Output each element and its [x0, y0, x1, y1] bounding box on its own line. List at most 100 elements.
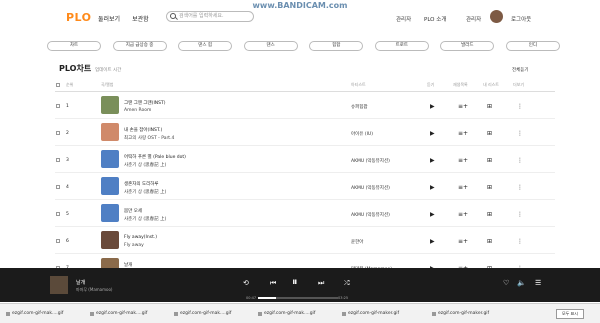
nav-library[interactable]: 보관함: [132, 14, 149, 23]
row-checkbox[interactable]: [56, 158, 60, 162]
add-playlist-icon[interactable]: ≡+: [458, 238, 468, 245]
song-title[interactable]: 내 손을 잡아(INST.): [124, 127, 162, 133]
add-folder-icon[interactable]: ⊞: [487, 211, 492, 218]
album-name[interactable]: Amen Room: [124, 108, 151, 113]
play-all-button[interactable]: 전체듣기: [512, 67, 529, 73]
genre-tab[interactable]: 차트: [47, 41, 101, 51]
more-icon[interactable]: ⋮: [517, 157, 523, 164]
album-name[interactable]: 사춘기 상 (思春記 上): [124, 162, 166, 168]
album-name[interactable]: 최고의 사랑 OST - Part.4: [124, 135, 174, 141]
artist-name[interactable]: AKMU (악동뮤지션): [351, 185, 390, 191]
rank: 6: [66, 239, 69, 244]
repeat-icon[interactable]: ⟲: [243, 279, 249, 287]
download-item[interactable]: ezgif.com-gif-mak....gif: [174, 309, 231, 319]
row-checkbox[interactable]: [56, 212, 60, 216]
genre-tab[interactable]: 지금 급상승 중: [112, 41, 167, 51]
row-checkbox[interactable]: [56, 131, 60, 135]
col-playlist: 재생목록: [453, 82, 468, 87]
genre-tab[interactable]: 트로트: [374, 41, 429, 51]
about-link[interactable]: PLO 소개: [424, 15, 446, 23]
album-art[interactable]: [101, 231, 119, 249]
album-name[interactable]: Fly away: [124, 243, 144, 248]
play-icon[interactable]: ▶: [430, 238, 435, 245]
avatar[interactable]: [490, 10, 503, 23]
genre-tab[interactable]: 댄스 힙: [178, 41, 233, 51]
row-checkbox[interactable]: [56, 185, 60, 189]
genre-tab[interactable]: 힙합: [309, 41, 364, 51]
add-folder-icon[interactable]: ⊞: [487, 238, 492, 245]
genre-tab[interactable]: 발라드: [440, 41, 495, 51]
time-current: 00:47: [246, 296, 257, 300]
heart-icon[interactable]: ♡: [503, 279, 509, 287]
download-item[interactable]: ezgif.com-gif-maker.gif: [432, 309, 489, 319]
logo[interactable]: PLO: [66, 11, 92, 24]
logout-link[interactable]: 로그아웃: [511, 15, 531, 23]
album-name[interactable]: 사춘기 상 (思春記 上): [124, 189, 166, 195]
song-title[interactable]: 어떡하 푸른 별 (Pale blue dot): [124, 154, 186, 160]
pause-icon[interactable]: ⏸: [292, 275, 298, 289]
add-playlist-icon[interactable]: ≡+: [458, 211, 468, 218]
row-checkbox[interactable]: [56, 239, 60, 243]
previous-icon[interactable]: ⏮: [270, 279, 276, 288]
add-playlist-icon[interactable]: ≡+: [458, 130, 468, 137]
show-all-button[interactable]: 모두 표시: [556, 309, 584, 319]
song-title[interactable]: Fly away(Inst.): [124, 235, 157, 240]
download-item[interactable]: ezgif.com-gif-mak....gif: [258, 309, 315, 319]
artist-name[interactable]: 윤한아: [351, 239, 363, 245]
menu-icon[interactable]: ☰: [535, 279, 541, 287]
add-folder-icon[interactable]: ⊞: [487, 184, 492, 191]
search-input[interactable]: 검색어를 입력하세요.: [166, 11, 254, 22]
rank: 3: [66, 158, 69, 163]
admin-link-2[interactable]: 관리자: [466, 15, 481, 23]
search-placeholder: 검색어를 입력하세요.: [179, 13, 224, 19]
admin-link[interactable]: 관리자: [396, 15, 411, 23]
add-playlist-icon[interactable]: ≡+: [458, 157, 468, 164]
album-name[interactable]: 사춘기 상 (思春記 上): [124, 216, 166, 222]
genre-tab[interactable]: 인디: [505, 41, 560, 51]
more-icon[interactable]: ⋮: [517, 184, 523, 191]
album-art[interactable]: [101, 150, 119, 168]
shuffle-icon[interactable]: ⤮: [344, 279, 350, 288]
song-title[interactable]: 몸만 오세: [124, 208, 142, 214]
add-playlist-icon[interactable]: ≡+: [458, 103, 468, 110]
next-icon[interactable]: ⏭: [318, 279, 324, 288]
play-icon[interactable]: ▶: [430, 184, 435, 191]
add-folder-icon[interactable]: ⊞: [487, 157, 492, 164]
download-item[interactable]: ezgif.com-gif-mak....gif: [6, 309, 63, 319]
song-title[interactable]: 그땐 그땐 그땐(INST): [124, 100, 166, 106]
artist-name[interactable]: 슈퍼힙팝: [351, 104, 368, 110]
col-more: 더보기: [513, 82, 525, 87]
album-art[interactable]: [101, 177, 119, 195]
add-folder-icon[interactable]: ⊞: [487, 103, 492, 110]
play-icon[interactable]: ▶: [430, 211, 435, 218]
time-total: 03:25: [338, 296, 349, 300]
add-folder-icon[interactable]: ⊞: [487, 130, 492, 137]
song-title[interactable]: 생존자의 도리하루: [124, 181, 159, 187]
album-art[interactable]: [101, 204, 119, 222]
play-icon[interactable]: ▶: [430, 103, 435, 110]
rank: 4: [66, 185, 69, 190]
genre-tab[interactable]: 댄스: [243, 41, 298, 51]
player-title: 날개: [76, 280, 86, 286]
nav-browse[interactable]: 둘러보기: [98, 14, 120, 23]
album-art[interactable]: [101, 123, 119, 141]
table-row: 4 생존자의 도리하루사춘기 상 (思春記 上) AKMU (악동뮤지션) ▶ ≡+ ⊞ ⋮: [55, 174, 555, 200]
more-icon[interactable]: ⋮: [517, 211, 523, 218]
artist-name[interactable]: AKMU (악동뮤지션): [351, 212, 390, 218]
more-icon[interactable]: ⋮: [517, 238, 523, 245]
artist-name[interactable]: AKMU (악동뮤지션): [351, 158, 390, 164]
select-all-checkbox[interactable]: [56, 83, 60, 87]
download-item[interactable]: ezgif.com-gif-mak....gif: [90, 309, 147, 319]
play-icon[interactable]: ▶: [430, 157, 435, 164]
artist-name[interactable]: 아이유 (IU): [351, 131, 373, 137]
album-art[interactable]: [101, 96, 119, 114]
more-icon[interactable]: ⋮: [517, 130, 523, 137]
play-icon[interactable]: ▶: [430, 130, 435, 137]
download-item[interactable]: ezgif.com-gif-maker.gif: [342, 309, 399, 319]
progress-bar[interactable]: [258, 297, 338, 299]
row-checkbox[interactable]: [56, 104, 60, 108]
add-playlist-icon[interactable]: ≡+: [458, 184, 468, 191]
more-icon[interactable]: ⋮: [517, 103, 523, 110]
volume-icon[interactable]: 🔈: [517, 279, 526, 287]
table-row: 2 내 손을 잡아(INST.) 최고의 사랑 OST - Part.4 아이유 (I…: [55, 120, 555, 146]
